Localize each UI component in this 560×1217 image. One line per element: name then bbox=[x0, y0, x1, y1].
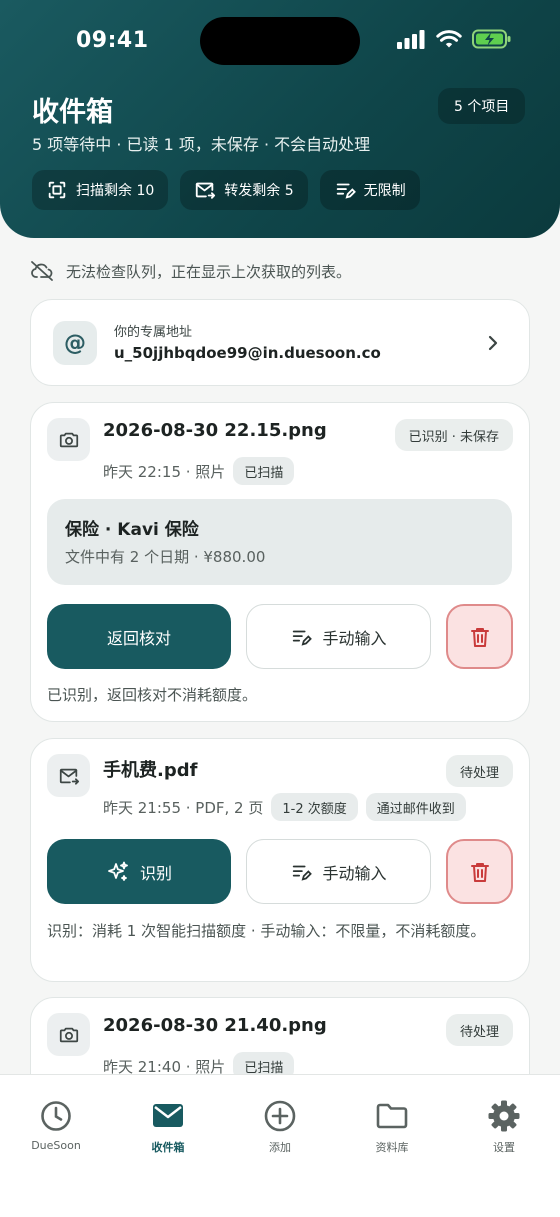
file-type-badge bbox=[47, 418, 90, 461]
quota-tag: 1-2 次额度 bbox=[271, 793, 358, 821]
file-name: 2026-08-30 22.15.png bbox=[103, 420, 327, 441]
status-badge: 待处理 bbox=[445, 755, 513, 787]
cloud-off-icon bbox=[31, 261, 53, 281]
scan-quota-label: 扫描剩余 10 bbox=[76, 183, 155, 199]
manual-entry-label: 手动输入 bbox=[322, 628, 387, 648]
personal-address-card[interactable]: @ 你的专属地址 u_50jjhbqdoe99@in.duesoon.co bbox=[30, 299, 530, 386]
file-meta: 昨天 22:15 · 照片 已扫描 bbox=[103, 457, 295, 485]
manual-quota-label: 无限制 bbox=[363, 183, 406, 199]
item-count-badge: 5 个项目 bbox=[438, 88, 526, 124]
review-button[interactable]: 返回核对 bbox=[47, 604, 231, 669]
clock-icon bbox=[41, 1101, 71, 1131]
status-bar: 09:41 bbox=[0, 0, 560, 80]
email-source-tag: 通过邮件收到 bbox=[365, 793, 466, 821]
inbox-item-card[interactable]: 手机费.pdf 待处理 昨天 21:55 · PDF, 2 页 1-2 次额度 … bbox=[30, 738, 530, 982]
delete-button[interactable] bbox=[446, 839, 513, 904]
dynamic-island bbox=[200, 17, 360, 65]
header: 09:41 收件箱 5 个项目 5 项等待中 · 已读 1 项，未保存 · 不会… bbox=[0, 0, 560, 238]
recognized-info: 保险 · Kavi 保险 文件中有 2 个日期 · ¥880.00 bbox=[47, 499, 512, 585]
trash-icon bbox=[470, 627, 489, 647]
recognized-subtitle: 文件中有 2 个日期 · ¥880.00 bbox=[65, 548, 266, 566]
tab-duesoon[interactable]: DueSoon bbox=[0, 1099, 112, 1152]
battery-charging-icon bbox=[472, 29, 511, 49]
at-sign-icon: @ bbox=[53, 321, 97, 365]
scan-icon bbox=[48, 181, 66, 199]
file-meta-text: 昨天 22:15 · 照片 bbox=[103, 462, 226, 481]
gear-icon bbox=[488, 1100, 520, 1132]
manual-edit-icon bbox=[293, 630, 313, 646]
manual-entry-button[interactable]: 手动输入 bbox=[246, 604, 431, 669]
page-subtitle: 5 项等待中 · 已读 1 项，未保存 · 不会自动处理 bbox=[32, 135, 371, 154]
trash-icon bbox=[470, 862, 489, 882]
folder-icon bbox=[376, 1103, 408, 1129]
tab-bar: DueSoon 收件箱 添加 资料库 设置 bbox=[0, 1074, 560, 1217]
tab-inbox[interactable]: 收件箱 bbox=[112, 1099, 224, 1155]
recognized-title: 保险 · Kavi 保险 bbox=[65, 520, 199, 540]
file-name: 2026-08-30 21.40.png bbox=[103, 1015, 327, 1036]
status-badge: 待处理 bbox=[445, 1014, 513, 1046]
status-badge: 已识别 · 未保存 bbox=[394, 419, 513, 451]
status-time: 09:41 bbox=[76, 28, 149, 53]
mail-forward-icon bbox=[196, 182, 216, 199]
tab-label: 添加 bbox=[269, 1141, 291, 1154]
manual-entry-button[interactable]: 手动输入 bbox=[246, 839, 431, 904]
manual-quota-chip[interactable]: 无限制 bbox=[319, 170, 420, 210]
scan-quota-chip[interactable]: 扫描剩余 10 bbox=[32, 170, 169, 210]
wifi-icon bbox=[436, 30, 462, 48]
signal-icon bbox=[397, 30, 425, 49]
camera-icon bbox=[59, 432, 78, 447]
offline-notice-text: 无法检查队列，正在显示上次获取的列表。 bbox=[66, 262, 352, 281]
file-meta-text: 昨天 21:55 · PDF, 2 页 bbox=[103, 798, 264, 817]
card-actions: 返回核对 手动输入 bbox=[47, 604, 513, 669]
file-type-badge bbox=[47, 1013, 90, 1056]
tab-label: DueSoon bbox=[31, 1139, 81, 1152]
offline-notice: 无法检查队列，正在显示上次获取的列表。 bbox=[30, 260, 351, 282]
envelope-icon bbox=[153, 1104, 183, 1127]
tab-library[interactable]: 资料库 bbox=[336, 1099, 448, 1155]
chevron-right-icon bbox=[488, 335, 498, 351]
manual-edit-icon bbox=[293, 865, 313, 881]
unlimited-edit-icon bbox=[336, 183, 356, 199]
status-icons bbox=[396, 29, 512, 49]
recognize-button-label: 识别 bbox=[139, 863, 172, 883]
inbox-item-card[interactable]: 2026-08-30 22.15.png 已识别 · 未保存 昨天 22:15 … bbox=[30, 402, 530, 722]
address-value: u_50jjhbqdoe99@in.duesoon.co bbox=[114, 344, 381, 362]
card-actions: 识别 手动输入 bbox=[47, 839, 513, 904]
file-name: 手机费.pdf bbox=[103, 760, 198, 781]
tab-label: 收件箱 bbox=[151, 1141, 185, 1154]
forward-quota-chip[interactable]: 转发剩余 5 bbox=[180, 170, 308, 210]
scanned-tag: 已扫描 bbox=[233, 457, 295, 485]
tab-add[interactable]: 添加 bbox=[224, 1099, 336, 1155]
card-note: 已识别，返回核对不消耗额度。 bbox=[47, 686, 258, 704]
address-label: 你的专属地址 bbox=[114, 325, 193, 340]
review-button-label: 返回核对 bbox=[106, 628, 171, 648]
recognize-button[interactable]: 识别 bbox=[47, 839, 231, 904]
tab-label: 资料库 bbox=[375, 1141, 409, 1154]
file-meta: 昨天 21:55 · PDF, 2 页 1-2 次额度 通过邮件收到 bbox=[103, 793, 466, 821]
delete-button[interactable] bbox=[446, 604, 513, 669]
plus-circle-icon bbox=[264, 1100, 296, 1132]
quota-chips: 扫描剩余 10 转发剩余 5 无限制 bbox=[32, 170, 420, 210]
sparkles-icon bbox=[108, 861, 128, 881]
forward-quota-label: 转发剩余 5 bbox=[224, 183, 294, 199]
tab-label: 设置 bbox=[493, 1141, 515, 1154]
page-title: 收件箱 bbox=[32, 97, 113, 128]
mail-forward-icon bbox=[59, 768, 79, 785]
tab-settings[interactable]: 设置 bbox=[448, 1099, 560, 1155]
card-note: 识别：消耗 1 次智能扫描额度 · 手动输入：不限量，不消耗额度。 bbox=[47, 922, 486, 940]
manual-entry-label: 手动输入 bbox=[322, 863, 387, 883]
file-type-badge bbox=[47, 754, 90, 797]
camera-icon bbox=[59, 1027, 78, 1042]
